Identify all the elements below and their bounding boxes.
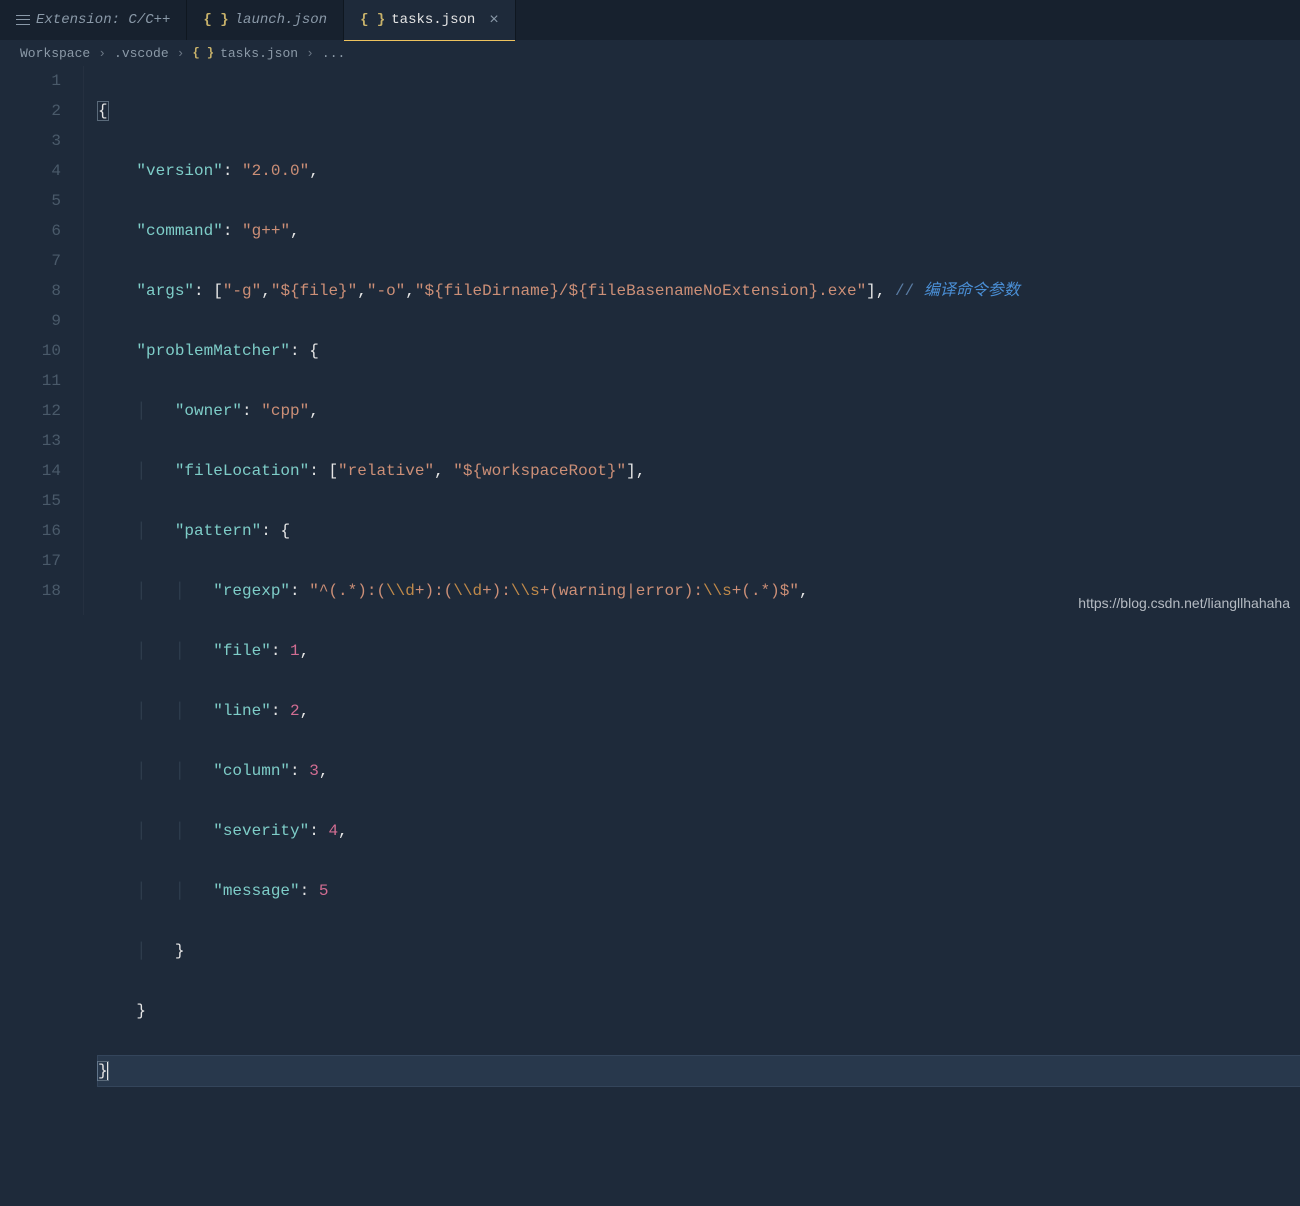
tab-label: launch.json: [235, 12, 327, 28]
line-number: 6: [0, 216, 61, 246]
line-number: 8: [0, 276, 61, 306]
code-line: │ │ "message": 5: [98, 876, 1300, 906]
tab-launch-json[interactable]: { } launch.json: [187, 0, 344, 40]
text-cursor: [107, 1061, 109, 1081]
close-icon[interactable]: ×: [489, 11, 499, 29]
code-line: │ "fileLocation": ["relative", "${worksp…: [98, 456, 1300, 486]
breadcrumb-file: tasks.json: [220, 46, 298, 61]
line-number: 10: [0, 336, 61, 366]
code-line: "command": "g++",: [98, 216, 1300, 246]
watermark-text: https://blog.csdn.net/liangllhahaha: [1078, 595, 1290, 611]
line-number: 2: [0, 96, 61, 126]
code-line: │ }: [98, 936, 1300, 966]
editor-tabs: Extension: C/C++ { } launch.json { } tas…: [0, 0, 1300, 40]
chevron-right-icon: ›: [306, 46, 314, 61]
code-line: │ "pattern": {: [98, 516, 1300, 546]
code-line: }: [98, 996, 1300, 1026]
breadcrumb-tail: ...: [322, 46, 345, 61]
code-editor[interactable]: 1 2 3 4 5 6 7 8 9 10 11 12 13 14 15 16 1…: [0, 66, 1300, 615]
breadcrumb[interactable]: Workspace › .vscode › { } tasks.json › .…: [0, 40, 1300, 66]
code-line: │ │ "line": 2,: [98, 696, 1300, 726]
chevron-right-icon: ›: [177, 46, 185, 61]
json-icon: { }: [203, 12, 228, 28]
line-number: 7: [0, 246, 61, 276]
line-number: 14: [0, 456, 61, 486]
breadcrumb-workspace: Workspace: [20, 46, 90, 61]
code-line: "version": "2.0.0",: [98, 156, 1300, 186]
line-number: 18: [0, 576, 61, 606]
code-line: │ │ "column": 3,: [98, 756, 1300, 786]
line-number: 11: [0, 366, 61, 396]
line-number: 13: [0, 426, 61, 456]
line-number: 9: [0, 306, 61, 336]
code-content[interactable]: { "version": "2.0.0", "command": "g++", …: [84, 66, 1300, 615]
line-number: 3: [0, 126, 61, 156]
code-line: [98, 1116, 1300, 1146]
code-line: }: [98, 1056, 1300, 1086]
tab-extension-ccpp[interactable]: Extension: C/C++: [0, 0, 187, 40]
line-number: 1: [0, 66, 61, 96]
code-line: │ │ "severity": 4,: [98, 816, 1300, 846]
tab-label: tasks.json: [391, 12, 475, 28]
code-line: "problemMatcher": {: [98, 336, 1300, 366]
line-number: 15: [0, 486, 61, 516]
code-line: {: [98, 96, 1300, 126]
menu-icon: [16, 13, 30, 27]
code-line: "args": ["-g","${file}","-o","${fileDirn…: [98, 276, 1300, 306]
line-number: 12: [0, 396, 61, 426]
tab-tasks-json[interactable]: { } tasks.json ×: [344, 0, 516, 40]
line-number: 5: [0, 186, 61, 216]
code-line: │ │ "file": 1,: [98, 636, 1300, 666]
line-number: 17: [0, 546, 61, 576]
json-icon: { }: [192, 46, 214, 60]
line-number-gutter: 1 2 3 4 5 6 7 8 9 10 11 12 13 14 15 16 1…: [0, 66, 84, 615]
code-line: │ "owner": "cpp",: [98, 396, 1300, 426]
json-icon: { }: [360, 12, 385, 28]
line-number: 4: [0, 156, 61, 186]
tab-label: Extension: C/C++: [36, 12, 170, 28]
line-number: 16: [0, 516, 61, 546]
chevron-right-icon: ›: [98, 46, 106, 61]
breadcrumb-folder: .vscode: [114, 46, 169, 61]
